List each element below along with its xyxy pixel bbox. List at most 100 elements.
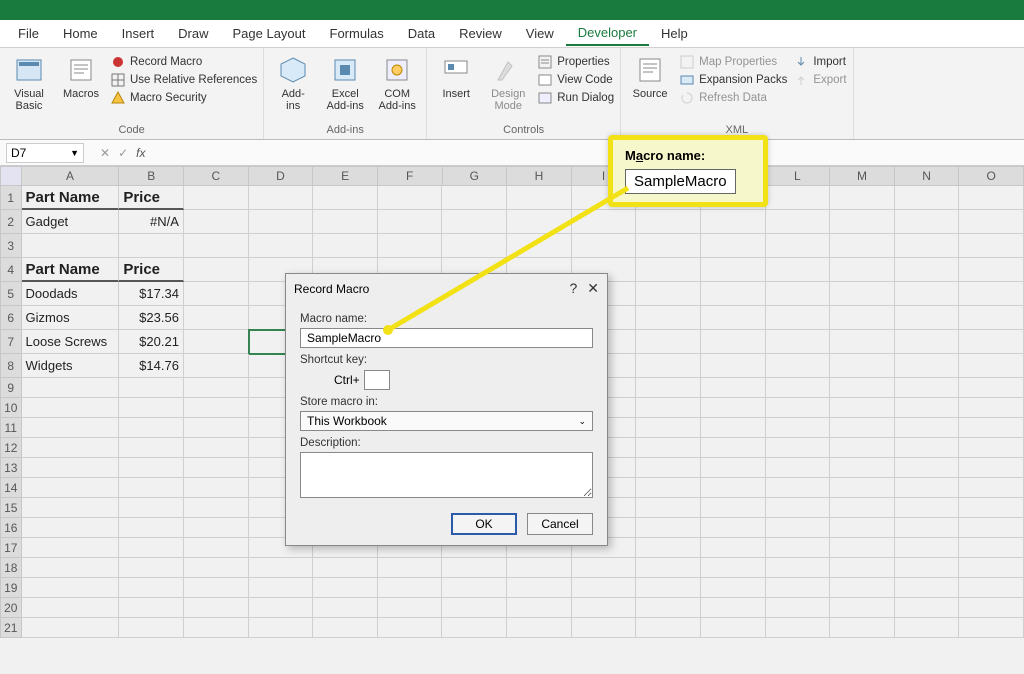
cell[interactable] (249, 186, 314, 210)
cell[interactable] (572, 210, 637, 234)
cell[interactable] (895, 306, 960, 330)
cell[interactable] (701, 478, 766, 498)
insert-control-button[interactable]: Insert (433, 54, 479, 100)
row-header[interactable]: 4 (0, 258, 22, 282)
cell[interactable] (830, 438, 895, 458)
cell[interactable] (959, 234, 1024, 258)
cell[interactable] (830, 418, 895, 438)
cell[interactable] (830, 378, 895, 398)
cell[interactable] (636, 378, 701, 398)
cell[interactable] (313, 186, 378, 210)
cell[interactable] (766, 478, 831, 498)
cell[interactable] (507, 558, 572, 578)
cell[interactable] (184, 458, 249, 478)
cell[interactable] (378, 186, 443, 210)
row-header[interactable]: 8 (0, 354, 22, 378)
cell[interactable] (507, 598, 572, 618)
description-input[interactable] (300, 452, 593, 498)
cell[interactable] (249, 234, 314, 258)
cell[interactable] (378, 558, 443, 578)
cell[interactable] (959, 598, 1024, 618)
cell[interactable] (701, 538, 766, 558)
cell[interactable] (830, 330, 895, 354)
cell[interactable] (701, 330, 766, 354)
cell[interactable] (378, 598, 443, 618)
close-icon[interactable]: ✕ (587, 280, 599, 297)
cell[interactable] (184, 618, 249, 638)
cell[interactable] (895, 618, 960, 638)
cell[interactable] (184, 354, 249, 378)
cell[interactable] (442, 618, 507, 638)
cell[interactable] (119, 578, 184, 598)
cell[interactable] (701, 618, 766, 638)
cell[interactable] (249, 618, 314, 638)
cell[interactable] (830, 282, 895, 306)
col-header[interactable]: H (507, 166, 572, 186)
cell[interactable] (184, 258, 249, 282)
view-code-button[interactable]: View Code (537, 72, 614, 88)
tab-view[interactable]: View (514, 22, 566, 45)
cell[interactable] (701, 598, 766, 618)
row-header[interactable]: 21 (0, 618, 22, 638)
row-header[interactable]: 17 (0, 538, 22, 558)
cell[interactable] (701, 378, 766, 398)
cancel-formula-icon[interactable]: ✕ (100, 146, 110, 160)
col-header[interactable]: D (249, 166, 314, 186)
help-icon[interactable]: ? (569, 280, 577, 297)
cell[interactable] (959, 558, 1024, 578)
cell[interactable] (22, 478, 120, 498)
cell[interactable] (572, 618, 637, 638)
cancel-button[interactable]: Cancel (527, 513, 593, 535)
cell[interactable]: Price (119, 186, 184, 210)
cell[interactable] (249, 210, 314, 234)
cell[interactable] (119, 398, 184, 418)
cell[interactable] (507, 186, 572, 210)
cell[interactable] (766, 618, 831, 638)
cell[interactable] (830, 306, 895, 330)
cell[interactable] (119, 478, 184, 498)
shortcut-key-input[interactable] (364, 370, 390, 390)
row-header[interactable]: 2 (0, 210, 22, 234)
cell[interactable] (895, 558, 960, 578)
cell[interactable]: Gadget (22, 210, 120, 234)
cell[interactable] (636, 538, 701, 558)
cell[interactable]: Gizmos (22, 306, 120, 330)
cell[interactable] (184, 558, 249, 578)
row-header[interactable]: 9 (0, 378, 22, 398)
import-button[interactable]: Import (793, 54, 846, 70)
cell[interactable] (895, 186, 960, 210)
cell[interactable] (507, 210, 572, 234)
cell[interactable] (766, 578, 831, 598)
export-button[interactable]: Export (793, 72, 846, 88)
cell[interactable] (766, 418, 831, 438)
store-macro-select[interactable]: This Workbook⌄ (300, 411, 593, 431)
cell[interactable] (959, 458, 1024, 478)
cell[interactable] (184, 234, 249, 258)
cell[interactable] (895, 354, 960, 378)
cell[interactable] (119, 438, 184, 458)
cell[interactable] (959, 538, 1024, 558)
cell[interactable] (636, 598, 701, 618)
cell[interactable] (830, 518, 895, 538)
properties-button[interactable]: Properties (537, 54, 614, 70)
cell[interactable] (895, 378, 960, 398)
cell[interactable] (895, 282, 960, 306)
cell[interactable] (766, 234, 831, 258)
cell[interactable] (442, 186, 507, 210)
cell[interactable] (959, 478, 1024, 498)
cell[interactable] (959, 378, 1024, 398)
cell[interactable] (766, 498, 831, 518)
design-mode-button[interactable]: Design Mode (485, 54, 531, 112)
name-box[interactable]: D7▼ (6, 143, 84, 163)
cell[interactable] (507, 578, 572, 598)
cell[interactable] (184, 378, 249, 398)
cell[interactable] (830, 558, 895, 578)
cell[interactable] (184, 438, 249, 458)
row-header[interactable]: 18 (0, 558, 22, 578)
cell[interactable] (895, 258, 960, 282)
cell[interactable] (184, 538, 249, 558)
macro-security-button[interactable]: Macro Security (110, 90, 257, 106)
cell[interactable] (636, 398, 701, 418)
tab-review[interactable]: Review (447, 22, 514, 45)
col-header[interactable]: E (313, 166, 378, 186)
